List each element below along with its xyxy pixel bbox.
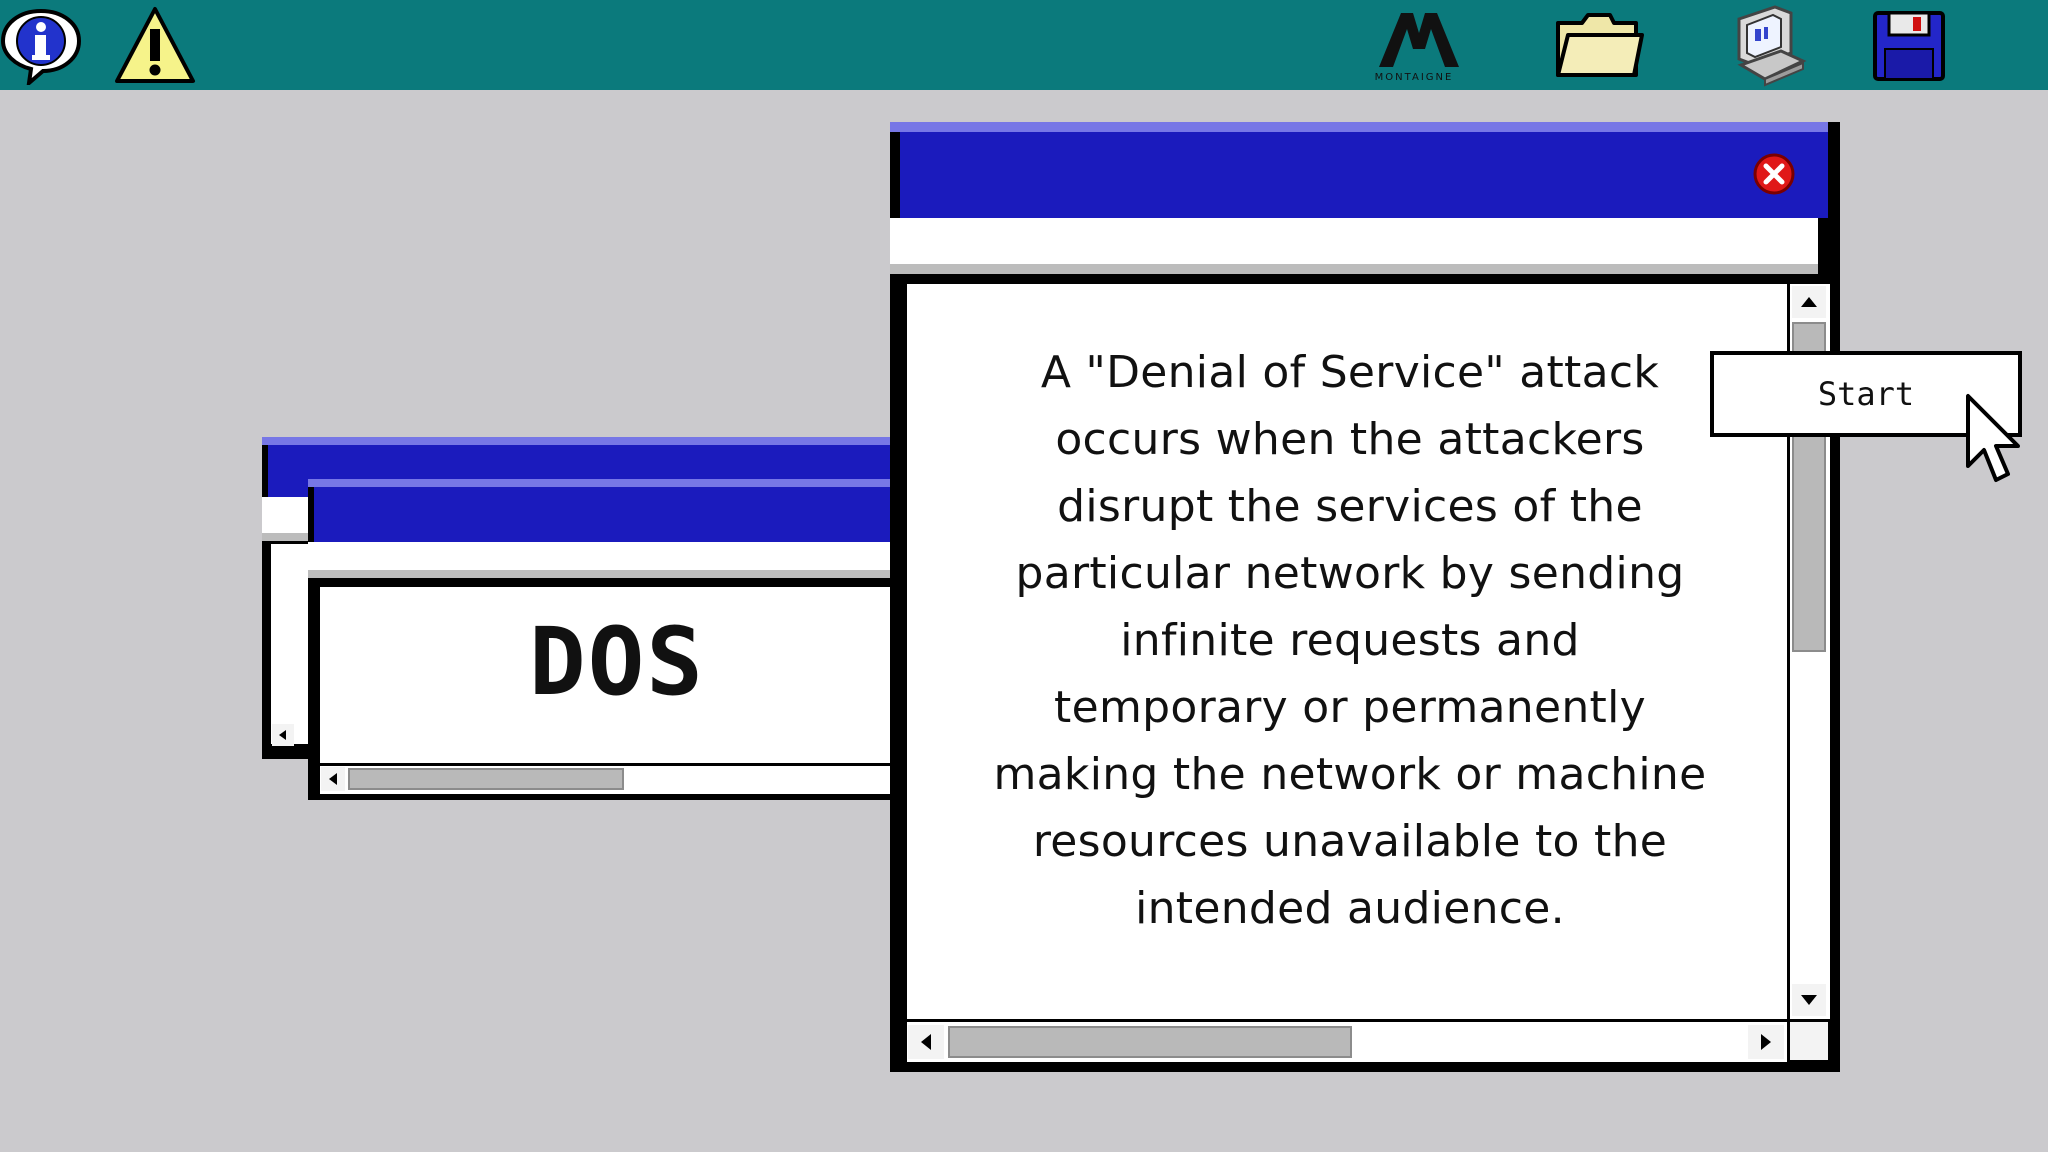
body-line: making the network or machine — [993, 749, 1707, 800]
dos-title: DOS — [529, 608, 705, 717]
body-line: disrupt the services of the — [1057, 481, 1643, 532]
brand-text: MONTAIGNE — [1374, 72, 1454, 83]
dos-scroll-left-button[interactable] — [321, 767, 345, 791]
main-scroll-right-button[interactable] — [1748, 1025, 1784, 1059]
main-scroll-up-button[interactable] — [1792, 286, 1826, 318]
body-line: temporary or permanently — [1054, 682, 1646, 733]
mouse-cursor-icon — [1964, 392, 2024, 488]
dos-window-titlebar[interactable] — [314, 487, 946, 542]
folder-icon[interactable] — [1548, 0, 1648, 90]
close-icon[interactable] — [1752, 152, 1796, 196]
main-scroll-left-button[interactable] — [908, 1025, 944, 1059]
start-button-label: Start — [1817, 375, 1915, 413]
body-line: infinite requests and — [1120, 615, 1580, 666]
body-line: particular network by sending — [1015, 548, 1685, 599]
main-horizontal-scroll-thumb[interactable] — [948, 1026, 1352, 1058]
body-line: intended audience. — [1135, 883, 1565, 934]
dos-horizontal-scroll-thumb[interactable] — [348, 768, 624, 790]
info-icon[interactable] — [0, 0, 82, 90]
scroll-left-button[interactable] — [272, 724, 294, 746]
body-line: A "Denial of Service" attack — [1040, 347, 1660, 398]
floppy-disk-icon[interactable] — [1868, 0, 1950, 90]
computer-icon[interactable] — [1726, 0, 1812, 90]
main-body-text: A "Denial of Service" attack occurs when… — [950, 339, 1750, 942]
main-window-titlebar[interactable] — [900, 132, 1828, 218]
body-line: occurs when the attackers — [1055, 414, 1645, 465]
warning-icon[interactable] — [110, 0, 200, 90]
montaigne-logo[interactable]: MONTAIGNE — [1368, 0, 1468, 90]
scroll-corner — [1790, 1022, 1828, 1060]
main-scroll-down-button[interactable] — [1792, 984, 1826, 1016]
body-line: resources unavailable to the — [1032, 816, 1668, 867]
top-toolbar: MONTAIGNE — [0, 0, 2048, 90]
